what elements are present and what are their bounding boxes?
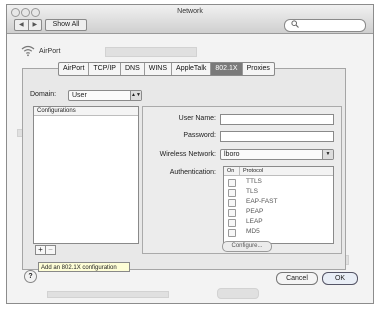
tab-proxies[interactable]: Proxies: [241, 63, 274, 75]
show-all-button[interactable]: Show All: [45, 19, 87, 31]
protocol-name: PEAP: [246, 208, 264, 215]
domain-label: Domain:: [30, 91, 57, 98]
tab-airport[interactable]: AirPort: [59, 63, 88, 75]
help-icon[interactable]: ?: [24, 270, 37, 283]
user-name-field[interactable]: [220, 114, 334, 125]
back-forward-buttons[interactable]: ◀ ▶: [14, 19, 42, 31]
protocol-checkbox[interactable]: [228, 229, 236, 237]
tab-appletalk[interactable]: AppleTalk: [171, 63, 210, 75]
tab-8021x[interactable]: 802.1X: [210, 63, 242, 75]
protocol-checkbox[interactable]: [228, 199, 236, 207]
chevron-down-icon[interactable]: ▼: [322, 150, 333, 159]
password-label: Password:: [183, 132, 216, 139]
search-icon: [291, 20, 299, 32]
protocol-row: EAP-FAST: [224, 197, 333, 207]
ok-button[interactable]: OK: [322, 272, 358, 285]
protocol-row: MD5: [224, 227, 333, 237]
protocol-name: EAP-FAST: [246, 198, 278, 205]
protocol-row: TLS: [224, 187, 333, 197]
protocol-name: LEAP: [246, 218, 263, 225]
domain-value: User: [72, 92, 87, 99]
protocol-checkbox[interactable]: [228, 219, 236, 227]
protocol-name: TTLS: [246, 178, 262, 185]
window-title: Network: [177, 8, 203, 15]
protocol-checkbox[interactable]: [228, 209, 236, 217]
back-arrow-icon[interactable]: ◀: [15, 20, 28, 30]
wireless-network-combo[interactable]: lboro ▼: [220, 149, 334, 160]
protocol-name: MD5: [246, 228, 260, 235]
popup-arrows-icon: ▲▼: [130, 91, 141, 100]
configure-button[interactable]: Configure...: [222, 241, 272, 252]
airport-wifi-icon: [21, 45, 35, 59]
wireless-network-label: Wireless Network:: [159, 151, 216, 158]
remove-configuration-button[interactable]: −: [45, 245, 56, 255]
authentication-table: On Protocol TTLS TLS EAP-FAST PEAP LEAP …: [223, 166, 334, 244]
configurations-list[interactable]: Configurations: [33, 106, 139, 244]
forward-arrow-icon[interactable]: ▶: [27, 20, 42, 30]
protocol-row: TTLS: [224, 177, 333, 187]
wireless-network-value: lboro: [224, 151, 240, 158]
protocol-row: PEAP: [224, 207, 333, 217]
column-protocol-header: Protocol: [243, 168, 264, 174]
background-assist-button: [217, 288, 259, 299]
configurations-header: Configurations: [34, 107, 138, 116]
tab-tcpip[interactable]: TCP/IP: [88, 63, 120, 75]
background-lock-text: [47, 291, 169, 298]
cancel-button[interactable]: Cancel: [276, 272, 318, 285]
tab-wins[interactable]: WINS: [143, 63, 171, 75]
background-location-popup: [105, 47, 197, 57]
service-name: AirPort: [39, 48, 61, 55]
add-configuration-tooltip: Add an 802.1X configuration: [38, 262, 130, 272]
authentication-label: Authentication:: [169, 169, 216, 176]
title-bar: Network ◀ ▶ Show All: [7, 5, 373, 34]
protocol-checkbox[interactable]: [228, 179, 236, 187]
tab-dns[interactable]: DNS: [119, 63, 144, 75]
protocol-name: TLS: [246, 188, 258, 195]
protocol-checkbox[interactable]: [228, 189, 236, 197]
user-name-label: User Name:: [178, 115, 216, 122]
password-field[interactable]: [220, 131, 334, 142]
search-field[interactable]: [284, 19, 366, 32]
column-on-header: On: [227, 168, 235, 174]
tab-bar: AirPort TCP/IP DNS WINS AppleTalk 802.1X…: [58, 62, 275, 76]
protocol-row: LEAP: [224, 217, 333, 227]
domain-popup[interactable]: User ▲▼: [68, 90, 142, 101]
authentication-table-header: On Protocol: [224, 167, 333, 176]
